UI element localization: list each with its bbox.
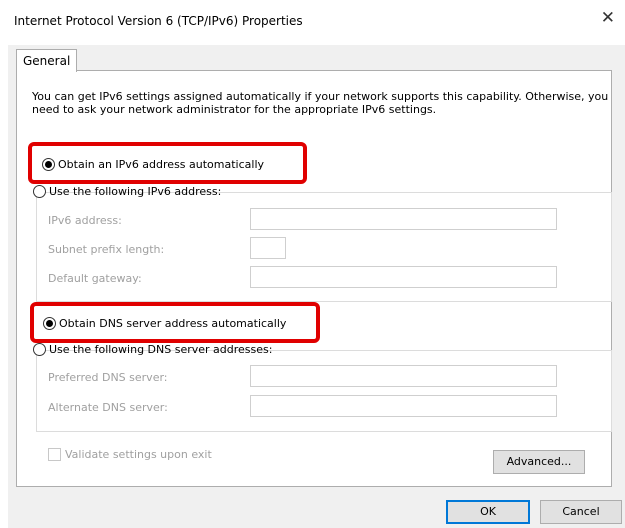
- advanced-button[interactable]: Advanced...: [493, 450, 585, 474]
- default-gateway-label: Default gateway:: [48, 272, 142, 285]
- preferred-dns-input[interactable]: [250, 365, 557, 387]
- cancel-button[interactable]: Cancel: [540, 500, 622, 524]
- radio-label: Obtain an IPv6 address automatically: [58, 158, 265, 171]
- preferred-dns-label: Preferred DNS server:: [48, 371, 168, 384]
- ipv6-address-label: IPv6 address:: [48, 214, 122, 227]
- radio-label: Use the following DNS server addresses:: [49, 343, 273, 356]
- default-gateway-input[interactable]: [250, 266, 557, 288]
- description-text: You can get IPv6 settings assigned autom…: [32, 90, 609, 116]
- window-title: Internet Protocol Version 6 (TCP/IPv6) P…: [14, 14, 303, 28]
- radio-use-following-dns[interactable]: Use the following DNS server addresses:: [33, 343, 272, 356]
- radio-obtain-dns-auto[interactable]: Obtain DNS server address automatically: [43, 317, 286, 330]
- tab-general[interactable]: General: [16, 49, 78, 72]
- radio-unselected-icon: [33, 185, 46, 198]
- radio-label: Use the following IPv6 address:: [49, 185, 222, 198]
- radio-label: Obtain DNS server address automatically: [59, 317, 287, 330]
- dns-groupbox: [36, 350, 612, 432]
- checkbox-unchecked-icon: [48, 448, 61, 461]
- radio-obtain-ipv6-auto[interactable]: Obtain an IPv6 address automatically: [42, 158, 264, 171]
- ipv6-address-input[interactable]: [250, 208, 557, 230]
- subnet-prefix-label: Subnet prefix length:: [48, 243, 165, 256]
- subnet-prefix-input[interactable]: [250, 237, 286, 259]
- checkbox-label: Validate settings upon exit: [65, 448, 212, 461]
- alternate-dns-input[interactable]: [250, 395, 557, 417]
- close-icon[interactable]: ✕: [601, 8, 615, 28]
- validate-checkbox[interactable]: Validate settings upon exit: [48, 448, 212, 461]
- radio-selected-icon: [43, 317, 56, 330]
- radio-unselected-icon: [33, 343, 46, 356]
- ok-button[interactable]: OK: [446, 500, 530, 524]
- radio-selected-icon: [42, 158, 55, 171]
- radio-use-following-ipv6[interactable]: Use the following IPv6 address:: [33, 185, 221, 198]
- alternate-dns-label: Alternate DNS server:: [48, 401, 168, 414]
